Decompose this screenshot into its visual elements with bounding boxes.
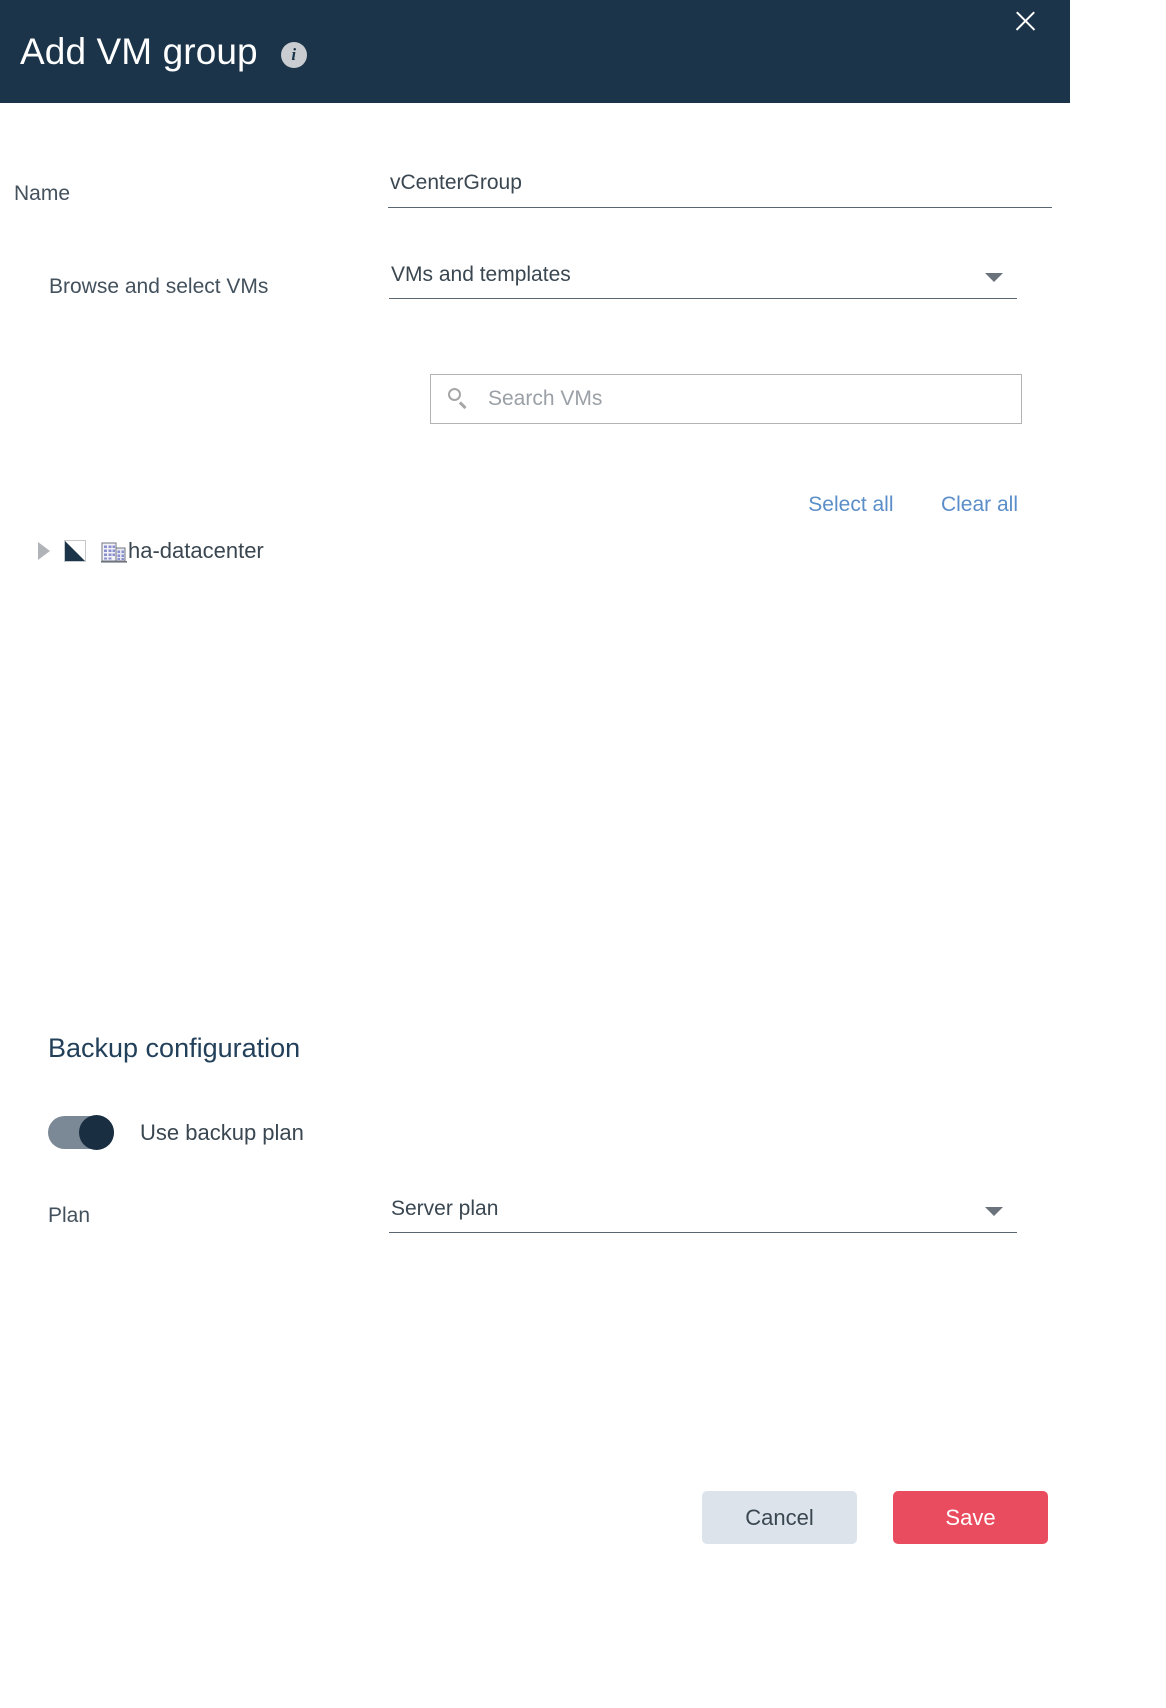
browse-source-select[interactable]: VMs and templates — [389, 263, 1017, 299]
toggle-knob — [79, 1115, 114, 1150]
plan-select[interactable]: Server plan — [389, 1197, 1017, 1233]
page-title: Add VM group — [20, 30, 258, 72]
use-backup-plan-row: Use backup plan — [48, 1115, 304, 1150]
use-backup-plan-label: Use backup plan — [140, 1119, 304, 1145]
triangle-right-icon[interactable] — [38, 542, 50, 560]
name-label: Name — [14, 182, 71, 205]
datacenter-icon — [101, 539, 127, 563]
tree-row[interactable]: ha-datacenter — [0, 533, 1018, 569]
dialog-body: Name Browse and select VMs VMs and templ… — [0, 103, 1070, 1708]
right-gutter — [1070, 0, 1166, 1708]
plan-value: Server plan — [391, 1197, 499, 1220]
search-icon — [448, 388, 470, 410]
plan-label: Plan — [48, 1204, 91, 1227]
name-field-wrapper — [388, 171, 1052, 208]
dialog-header: Add VM group i — [0, 0, 1070, 103]
clear-all-link[interactable]: Clear all — [941, 493, 1018, 517]
backup-configuration-heading: Backup configuration — [48, 1033, 301, 1063]
tree-checkbox[interactable] — [64, 540, 86, 562]
name-input[interactable] — [388, 171, 1052, 208]
dialog-footer: Cancel Save — [0, 1491, 1048, 1544]
vm-tree: ha-datacenter — [0, 533, 1018, 569]
browse-and-select-vms-label: Browse and select VMs — [49, 275, 269, 298]
chevron-down-icon — [985, 273, 1003, 282]
search-vms-box[interactable] — [430, 374, 1022, 424]
browse-source-value: VMs and templates — [391, 263, 571, 286]
cancel-button[interactable]: Cancel — [702, 1491, 857, 1544]
selection-links: Select all Clear all — [0, 493, 1018, 517]
search-input[interactable] — [486, 386, 990, 412]
close-icon[interactable] — [1010, 6, 1040, 36]
tree-item-label: ha-datacenter — [128, 538, 264, 563]
info-icon[interactable]: i — [280, 41, 307, 68]
select-all-link[interactable]: Select all — [808, 493, 893, 517]
chevron-down-icon — [985, 1207, 1003, 1216]
save-button[interactable]: Save — [893, 1491, 1048, 1544]
use-backup-plan-toggle[interactable] — [48, 1115, 114, 1150]
